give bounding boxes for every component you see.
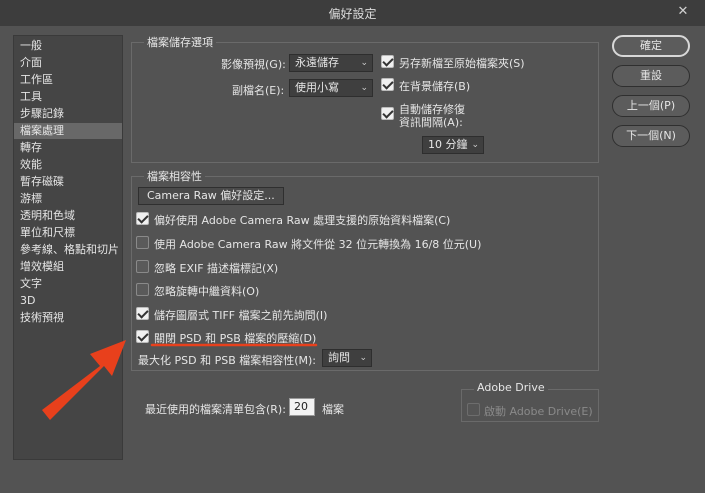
save-as-original-label: 另存新檔至原始檔案夾(S) bbox=[399, 57, 525, 70]
sidebar-item[interactable]: 透明和色域 bbox=[14, 208, 122, 224]
file-save-options-legend: 檔案儲存選項 bbox=[144, 34, 216, 50]
recent-files-unit: 檔案 bbox=[322, 403, 344, 416]
close-icon[interactable]: ✕ bbox=[667, 2, 699, 22]
sidebar-item[interactable]: 檔案處理 bbox=[14, 123, 122, 139]
reset-button[interactable]: 重設 bbox=[612, 65, 690, 87]
recent-files-label: 最近使用的檔案清單包含(R): bbox=[145, 403, 286, 416]
sidebar-item[interactable]: 技術預視 bbox=[14, 310, 122, 326]
ok-button[interactable]: 確定 bbox=[612, 35, 690, 57]
max-compat-select[interactable]: 詢問 ⌄ bbox=[322, 349, 372, 367]
recent-files-input[interactable]: 20 bbox=[289, 398, 315, 416]
file-compat-legend: 檔案相容性 bbox=[144, 168, 205, 184]
disable-psd-compression-checkbox[interactable] bbox=[136, 330, 149, 343]
sidebar: 一般 介面 工作區 工具 步驟記錄 檔案處理 轉存 效能 暫存磁碟 游標 透明和色域 單位和尺標 參考線… bbox=[13, 35, 123, 460]
chevron-down-icon: ⌄ bbox=[360, 83, 368, 93]
camera-raw-32bit-label: 使用 Adobe Camera Raw 將文件從 32 位元轉換為 16/8 位… bbox=[154, 238, 482, 251]
save-background-checkbox[interactable] bbox=[381, 78, 394, 91]
sidebar-item[interactable]: 暫存磁碟 bbox=[14, 174, 122, 190]
annotation-underline bbox=[150, 343, 318, 347]
sidebar-item[interactable]: 單位和尺標 bbox=[14, 225, 122, 241]
chevron-down-icon: ⌄ bbox=[359, 353, 367, 363]
ask-tiff-label: 儲存圖層式 TIFF 檔案之前先詢問(I) bbox=[154, 309, 328, 322]
window-title: 偏好設定 bbox=[328, 7, 377, 21]
sidebar-item[interactable]: 工作區 bbox=[14, 72, 122, 88]
image-preview-label: 影像預視(G): bbox=[221, 58, 286, 71]
enable-adobe-drive-checkbox[interactable] bbox=[467, 403, 480, 416]
camera-raw-32bit-checkbox[interactable] bbox=[136, 236, 149, 249]
sidebar-item[interactable]: 增效模組 bbox=[14, 259, 122, 275]
max-compat-label: 最大化 PSD 和 PSB 檔案相容性(M): bbox=[138, 354, 317, 367]
sidebar-item[interactable]: 步驟記錄 bbox=[14, 106, 122, 122]
auto-save-checkbox[interactable] bbox=[381, 107, 394, 120]
extension-label: 副檔名(E): bbox=[232, 84, 285, 97]
save-background-label: 在背景儲存(B) bbox=[399, 80, 471, 93]
sidebar-item[interactable]: 介面 bbox=[14, 55, 122, 71]
camera-raw-prefs-button[interactable]: Camera Raw 偏好設定... bbox=[138, 187, 284, 205]
extension-select[interactable]: 使用小寫 ⌄ bbox=[289, 79, 373, 97]
ask-tiff-checkbox[interactable] bbox=[136, 307, 149, 320]
sidebar-item[interactable]: 轉存 bbox=[14, 140, 122, 156]
enable-adobe-drive-label: 啟動 Adobe Drive(E) bbox=[484, 405, 593, 418]
extension-value: 使用小寫 bbox=[295, 81, 339, 94]
auto-save-interval-value: 10 分鐘 bbox=[428, 138, 468, 151]
ignore-exif-checkbox[interactable] bbox=[136, 260, 149, 273]
prev-button[interactable]: 上一個(P) bbox=[612, 95, 690, 117]
auto-save-interval-select[interactable]: 10 分鐘 ⌄ bbox=[422, 136, 484, 154]
title-bar: 偏好設定 ✕ bbox=[0, 0, 705, 26]
ignore-rotation-label: 忽略旋轉中繼資料(O) bbox=[154, 285, 260, 298]
save-as-original-checkbox[interactable] bbox=[381, 55, 394, 68]
prefer-camera-raw-label: 偏好使用 Adobe Camera Raw 處理支援的原始資料檔案(C) bbox=[154, 214, 451, 227]
image-preview-select[interactable]: 永遠儲存 ⌄ bbox=[289, 54, 373, 72]
ignore-exif-label: 忽略 EXIF 描述檔標記(X) bbox=[154, 262, 279, 275]
sidebar-item[interactable]: 參考線、格點和切片 bbox=[14, 242, 122, 258]
max-compat-value: 詢問 bbox=[328, 351, 350, 364]
sidebar-item[interactable]: 一般 bbox=[14, 38, 122, 54]
sidebar-item[interactable]: 工具 bbox=[14, 89, 122, 105]
chevron-down-icon: ⌄ bbox=[360, 58, 368, 68]
sidebar-item[interactable]: 文字 bbox=[14, 276, 122, 292]
next-button[interactable]: 下一個(N) bbox=[612, 125, 690, 147]
sidebar-item[interactable]: 3D bbox=[14, 293, 122, 309]
adobe-drive-legend: Adobe Drive bbox=[474, 381, 548, 394]
sidebar-item[interactable]: 游標 bbox=[14, 191, 122, 207]
prefer-camera-raw-checkbox[interactable] bbox=[136, 212, 149, 225]
image-preview-value: 永遠儲存 bbox=[295, 56, 339, 69]
chevron-down-icon: ⌄ bbox=[471, 140, 479, 150]
auto-save-label-2: 資訊間隔(A): bbox=[399, 116, 463, 129]
ignore-rotation-checkbox[interactable] bbox=[136, 283, 149, 296]
sidebar-item[interactable]: 效能 bbox=[14, 157, 122, 173]
